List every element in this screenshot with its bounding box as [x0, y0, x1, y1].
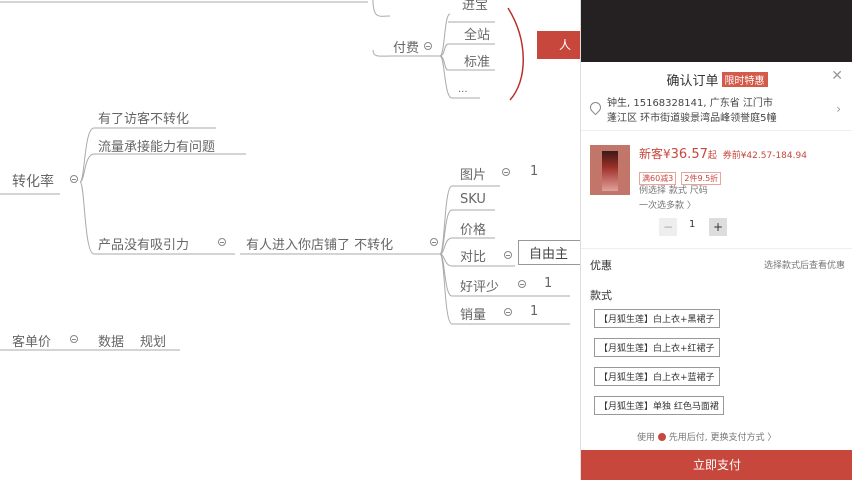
plan-node[interactable]: 规划: [140, 331, 166, 350]
order-title: 确认订单 限时特惠: [581, 70, 852, 89]
qty-plus-button[interactable]: +: [709, 218, 727, 236]
factor-image-count: 1: [530, 164, 539, 179]
entered-store-node[interactable]: 有人进入你店铺了 不转化: [246, 234, 393, 253]
price-range: 券前¥42.57-184.94: [722, 151, 807, 161]
product-no-attraction-node[interactable]: 产品没有吸引力: [98, 234, 189, 253]
divider: [581, 130, 852, 131]
panel-header-dark: [581, 0, 852, 62]
selected-spec[interactable]: 例选择 款式 尺码: [639, 183, 708, 196]
address-line-2[interactable]: 蓬江区 环市街道骏景湾品峰领誉庭5幢: [607, 109, 777, 124]
collapse-icon[interactable]: [218, 238, 226, 246]
discount-label: 优惠: [590, 259, 612, 272]
factor-sales-count: 1: [530, 304, 539, 319]
pay-note-post: 先用后付, 更换支付方式 〉: [668, 433, 777, 443]
factor-few-reviews[interactable]: 好评少: [460, 276, 499, 295]
pay-note-pre: 使用: [637, 433, 656, 443]
collapse-icon[interactable]: [424, 42, 432, 50]
promo-badge: 限时特惠: [721, 72, 768, 87]
data-node[interactable]: 数据: [98, 331, 124, 350]
payment-item-jinbao[interactable]: 进宝: [462, 0, 488, 13]
chevron-right-icon[interactable]: ›: [836, 102, 841, 116]
location-pin-icon: [587, 99, 604, 116]
payment-item-more[interactable]: ...: [458, 84, 468, 95]
collapse-icon[interactable]: [502, 168, 510, 176]
conversion-rate-node[interactable]: 转化率: [12, 171, 54, 191]
collapse-icon[interactable]: [70, 175, 78, 183]
factor-image[interactable]: 图片: [460, 164, 486, 183]
style-option-1[interactable]: 【月狐生莲】白上衣+黑裙子: [594, 309, 720, 328]
price-prefix: 新客¥: [639, 147, 671, 161]
collapse-icon[interactable]: [430, 238, 438, 246]
collapse-icon[interactable]: [518, 280, 526, 288]
factor-compare[interactable]: 对比: [460, 246, 486, 265]
style-option-2[interactable]: 【月狐生莲】白上衣+红裙子: [594, 338, 720, 357]
style-label: 款式: [590, 289, 612, 302]
collapse-icon[interactable]: [504, 308, 512, 316]
pay-later-icon: [657, 433, 666, 441]
order-title-text: 确认订单: [666, 74, 719, 89]
factor-sku[interactable]: SKU: [460, 192, 486, 207]
mind-map-canvas: 进宝 付费 全站 标准 ... 人 转化率 有了访客不转化 流量承接能力有问题 …: [0, 0, 610, 480]
multi-select-link[interactable]: 一次选多款 〉: [639, 198, 696, 211]
discount-hint[interactable]: 选择款式后查看优惠: [764, 258, 845, 271]
product-price: 新客¥36.57起 券前¥42.57-184.94: [639, 145, 807, 162]
payment-item-biaozhun[interactable]: 标准: [464, 51, 490, 70]
pay-later-note[interactable]: 使用 先用后付, 更换支付方式 〉: [637, 430, 776, 443]
traffic-problem-node[interactable]: 流量承接能力有问题: [98, 136, 215, 155]
qty-minus-button[interactable]: −: [659, 218, 677, 236]
price-value: 36.57: [670, 147, 708, 162]
qty-value[interactable]: 1: [689, 219, 695, 230]
collapse-icon[interactable]: [70, 335, 78, 343]
payment-node[interactable]: 付费: [393, 37, 419, 56]
close-icon[interactable]: ✕: [831, 68, 843, 84]
factor-sales[interactable]: 销量: [460, 304, 486, 323]
factor-few-reviews-count: 1: [544, 276, 553, 291]
address-line-1[interactable]: 钟生, 15168328141, 广东省 江门市: [607, 94, 773, 109]
payment-item-quanzhan[interactable]: 全站: [464, 24, 490, 43]
avg-order-node[interactable]: 客单价: [12, 331, 51, 350]
style-option-3[interactable]: 【月狐生莲】白上衣+蓝裙子: [594, 367, 720, 386]
divider: [581, 248, 852, 249]
collapse-icon[interactable]: [504, 251, 512, 259]
factor-price[interactable]: 价格: [460, 219, 486, 238]
pay-now-button[interactable]: 立即支付: [581, 450, 852, 480]
partial-red-tab[interactable]: 人: [537, 31, 580, 59]
visitors-no-convert-node[interactable]: 有了访客不转化: [98, 108, 189, 127]
style-option-4[interactable]: 【月狐生莲】单独 红色马面裙: [594, 396, 724, 415]
price-suffix: 起: [707, 151, 717, 161]
product-thumbnail: [590, 145, 630, 195]
confirm-order-panel: 确认订单 限时特惠 ✕ 钟生, 15168328141, 广东省 江门市 蓬江区 …: [580, 0, 852, 480]
